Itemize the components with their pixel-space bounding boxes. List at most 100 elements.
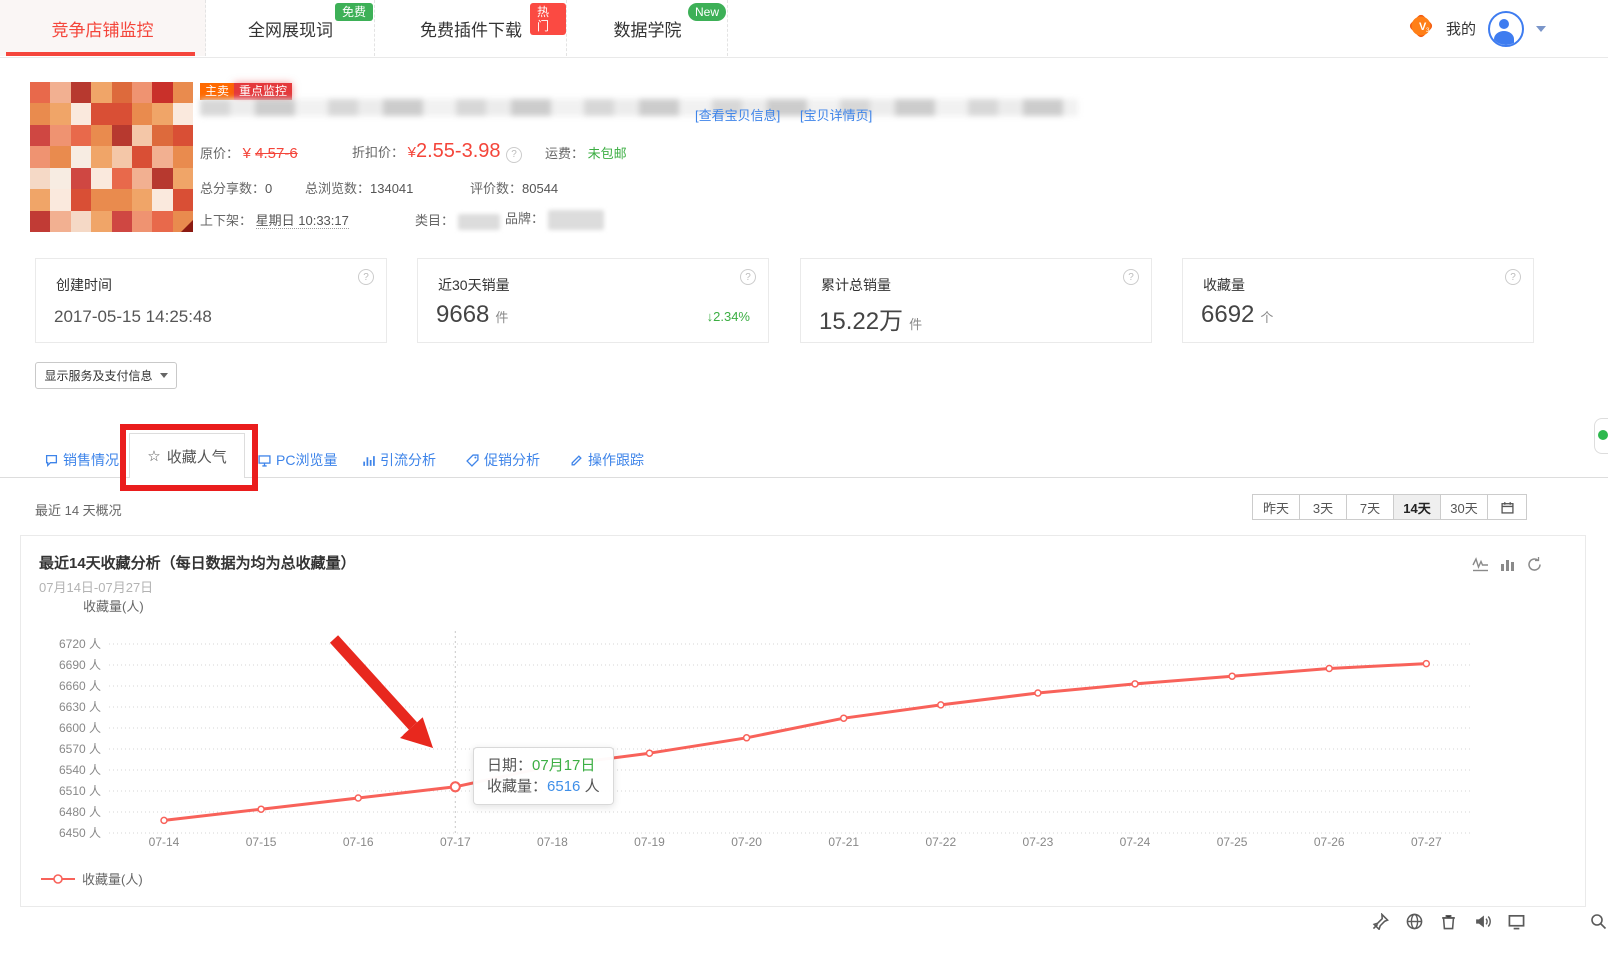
stat-value-number: 9668	[436, 301, 490, 328]
category-row: 类目：	[415, 210, 500, 230]
tab-favorites-popularity[interactable]: ☆ 收藏人气	[129, 433, 245, 478]
tab-pc-views[interactable]: PC浏览量	[258, 450, 337, 470]
nav-tab-label: 竞争店铺监控	[51, 20, 154, 40]
y-tick-label: 6720 人	[59, 637, 101, 651]
calendar-button[interactable]	[1487, 494, 1527, 520]
chart-icon	[363, 455, 375, 466]
tab-promotion[interactable]: 促销分析	[466, 450, 540, 470]
calendar-icon	[1500, 501, 1514, 514]
brand-value-blurred	[547, 209, 604, 230]
nav-tab-3[interactable]: 免费插件下载 热门	[376, 0, 567, 56]
range-button-14天[interactable]: 14天	[1393, 494, 1441, 520]
pin-icon[interactable]	[1372, 912, 1389, 935]
data-point-07-23	[1034, 689, 1042, 697]
help-icon[interactable]: ?	[1505, 269, 1521, 285]
tab-operation[interactable]: 操作跟踪	[570, 450, 644, 470]
annotation-arrow	[329, 635, 433, 748]
data-point-07-24	[1131, 680, 1139, 688]
stat-card-3: 累计总销量 15.22万件?	[800, 258, 1152, 343]
x-tick-label: 07-25	[1217, 835, 1248, 849]
shipping-label: 运费：	[545, 146, 585, 161]
stat-value-unit: 件	[495, 310, 509, 325]
show-service-payment-button[interactable]: 显示服务及支付信息	[35, 362, 177, 389]
views-stat: 总浏览数：134041	[305, 181, 414, 196]
overview-label: 最近 14 天概况	[35, 503, 122, 518]
nav-tab-label: 全网展现词	[248, 20, 333, 40]
x-tick-label: 07-15	[246, 835, 277, 849]
help-icon[interactable]: ?	[506, 146, 523, 163]
stat-card-4: 收藏量 6692 个?	[1182, 258, 1534, 343]
y-tick-label: 6450 人	[59, 826, 101, 840]
floating-side-widget[interactable]	[1594, 418, 1608, 454]
speaker-icon	[1476, 915, 1491, 928]
avatar[interactable]	[1488, 10, 1524, 47]
range-button-30天[interactable]: 30天	[1440, 494, 1488, 520]
stat-card-2: 近30天销量 9668 件 ↓2.34%?	[417, 258, 769, 343]
y-tick-label: 6540 人	[59, 763, 101, 777]
display-icon[interactable]	[1508, 913, 1525, 935]
stat-card-value: 2017-05-15 14:25:48	[54, 307, 212, 327]
chart-legend[interactable]: 收藏量(人)	[41, 869, 143, 888]
search-icon[interactable]	[1590, 913, 1607, 935]
stat-value-number: 6692	[1201, 301, 1255, 328]
stat-card-value: 9668 件	[436, 301, 508, 329]
help-icon[interactable]: ?	[1123, 269, 1139, 285]
chevron-down-icon[interactable]	[1536, 25, 1546, 32]
trash-icon[interactable]	[1440, 913, 1457, 935]
nav-tab-badge: 免费	[335, 3, 374, 21]
pencil-icon	[571, 454, 582, 465]
discount-price-value: ¥2.55-3.98	[407, 140, 501, 162]
shipping-row: 运费： 未包邮	[545, 143, 627, 162]
data-point-07-21	[839, 714, 848, 722]
tab-sales[interactable]: 销售情况	[45, 450, 119, 470]
x-tick-label: 07-22	[925, 835, 956, 849]
chat-icon	[45, 454, 58, 467]
original-price-row: 原价： ¥ 4.57-6	[200, 143, 298, 162]
shelf-time-value[interactable]: 星期日 10:33:17	[255, 213, 349, 229]
shipping-value: 未包邮	[587, 146, 627, 161]
trash-icon	[1442, 915, 1455, 930]
browser-icon	[1406, 913, 1423, 930]
discount-price-label: 折扣价：	[352, 145, 405, 160]
tab-label: 操作跟踪	[588, 452, 644, 468]
category-value-blurred	[457, 213, 500, 230]
nav-tab-2[interactable]: 全网展现词 免费	[207, 0, 375, 56]
help-icon[interactable]: ?	[740, 269, 756, 285]
nav-tab-1[interactable]: 竞争店铺监控	[0, 0, 206, 56]
x-tick-label: 07-17	[440, 835, 471, 849]
range-button-3天[interactable]: 3天	[1299, 494, 1347, 520]
data-point-07-19	[645, 749, 654, 757]
pin-icon	[1372, 912, 1389, 931]
x-tick-label: 07-14	[149, 835, 180, 849]
stat-value-number: 15.22万	[819, 308, 904, 335]
x-tick-label: 07-23	[1023, 835, 1054, 849]
x-tick-label: 07-27	[1411, 835, 1442, 849]
browser-icon[interactable]	[1406, 913, 1423, 935]
y-tick-label: 6600 人	[59, 721, 101, 735]
y-tick-label: 6660 人	[59, 679, 101, 693]
reviews-stat: 评价数：80544	[470, 181, 559, 196]
tab-label: 销售情况	[63, 452, 119, 468]
nav-tab-badge: New	[688, 3, 727, 21]
speaker-icon[interactable]	[1474, 913, 1491, 935]
nav-tab-4[interactable]: 数据学院 New	[568, 0, 728, 56]
original-price-value: ¥ 4.57-6	[242, 145, 298, 162]
view-item-info-link[interactable]: [查看宝贝信息]	[695, 105, 780, 124]
stat-card-1: 创建时间 2017-05-15 14:25:48?	[35, 258, 387, 343]
data-point-07-15	[257, 805, 265, 813]
range-button-7天[interactable]: 7天	[1346, 494, 1394, 520]
shares-stat: 总分享数：0	[200, 181, 273, 196]
x-tick-label: 07-20	[731, 835, 762, 849]
favorites-line-chart[interactable]: 6450 人 6480 人 6510 人 6540 人 6570 人 6600 人 6630…	[21, 536, 1587, 908]
item-detail-page-link[interactable]: [宝贝详情页]	[800, 105, 872, 124]
help-icon[interactable]: ?	[358, 269, 374, 285]
data-point-07-14	[160, 816, 168, 825]
chart-tooltip: 日期：07月17日 收藏量：6516 人	[473, 747, 614, 805]
range-button-昨天[interactable]: 昨天	[1252, 494, 1300, 520]
tab-traffic[interactable]: 引流分析	[362, 450, 436, 470]
discount-price-row: 折扣价： ¥2.55-3.98 ?	[352, 140, 523, 163]
my-account-link[interactable]: 我的	[1446, 18, 1476, 39]
product-image[interactable]	[30, 82, 193, 232]
product-image-fold	[181, 220, 193, 232]
nav-tab-label: 免费插件下载	[420, 20, 522, 40]
